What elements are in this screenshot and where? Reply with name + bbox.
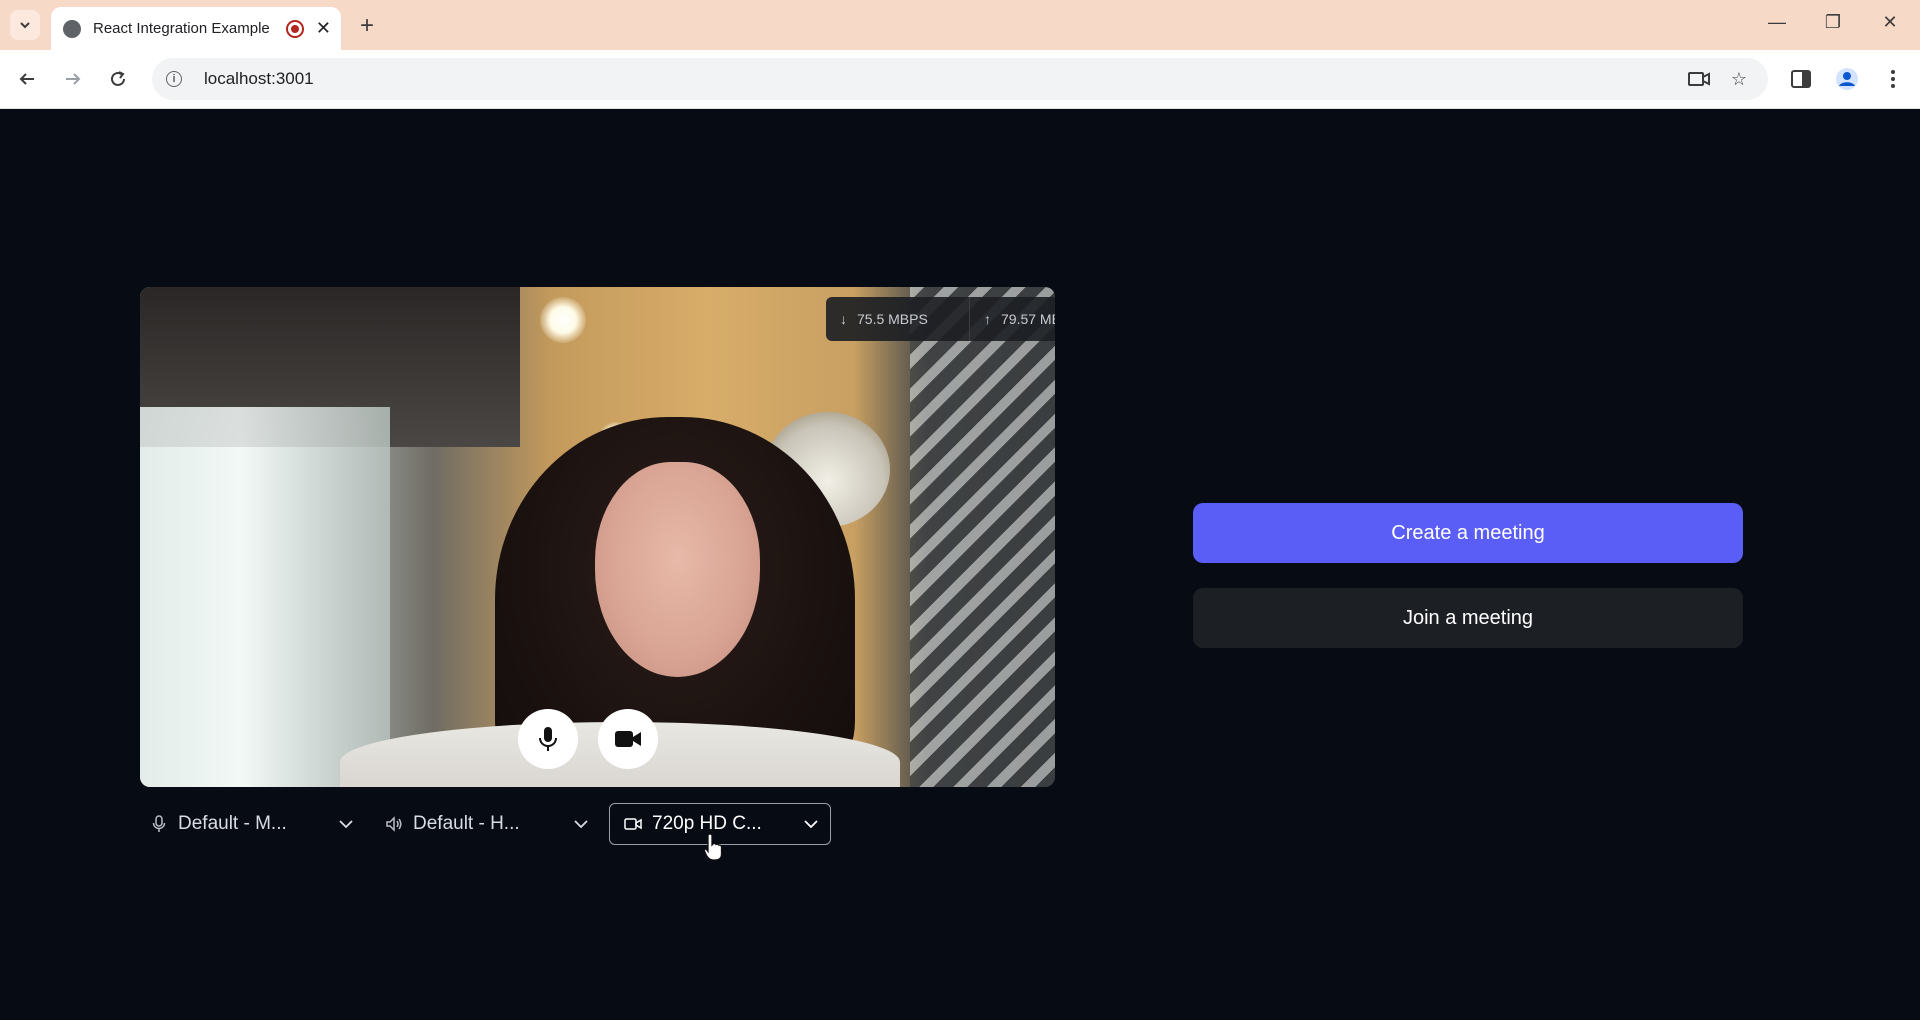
video-camera-icon	[615, 731, 641, 747]
video-camera-outline-icon	[624, 815, 642, 833]
menu-button[interactable]	[1878, 64, 1908, 94]
kebab-menu-icon	[1891, 70, 1895, 88]
side-panel-button[interactable]	[1786, 64, 1816, 94]
globe-icon	[63, 19, 81, 38]
microphone-select[interactable]: Default - M...	[150, 803, 355, 845]
arrow-left-icon	[19, 73, 34, 85]
microphone-outline-icon	[150, 815, 168, 833]
chevron-down-icon	[802, 815, 820, 833]
mute-mic-button[interactable]	[518, 709, 578, 769]
avatar-icon	[1836, 68, 1858, 90]
window-close-button[interactable]: ✕	[1875, 12, 1905, 33]
url-text: localhost:3001	[204, 69, 314, 88]
browser-tab-bar: React Integration Example ✕ + — ❐ ✕	[0, 0, 1920, 50]
tab-title: React Integration Example	[93, 20, 270, 37]
profile-button[interactable]	[1832, 64, 1862, 94]
new-tab-button[interactable]: +	[354, 12, 380, 40]
speaker-icon	[385, 815, 403, 833]
forward-button[interactable]	[58, 64, 88, 94]
microphone-icon	[539, 727, 557, 751]
chevron-down-icon	[337, 815, 355, 833]
chevron-down-icon	[572, 815, 590, 833]
minimize-button[interactable]: —	[1762, 12, 1792, 33]
restore-button[interactable]: ❐	[1818, 12, 1848, 33]
browser-toolbar: i localhost:3001 ☆	[0, 50, 1920, 109]
bookmark-star-icon[interactable]: ☆	[1728, 68, 1750, 90]
recording-icon	[285, 19, 304, 38]
page-content: ↓ 75.5 MBPS ↑ 79.57 MBPS Default - M...	[0, 109, 1920, 1020]
chevron-down-icon	[20, 22, 30, 29]
join-meeting-button[interactable]: Join a meeting	[1193, 588, 1743, 648]
speaker-select[interactable]: Default - H...	[385, 803, 590, 845]
hand-cursor-icon	[703, 833, 723, 861]
tab-close-icon[interactable]: ✕	[316, 18, 331, 39]
browser-tab[interactable]: React Integration Example ✕	[51, 7, 341, 50]
address-bar[interactable]: i localhost:3001 ☆	[152, 58, 1768, 100]
reload-button[interactable]	[103, 64, 133, 94]
create-meeting-button[interactable]: Create a meeting	[1193, 503, 1743, 563]
network-speed-panel: ↓ 75.5 MBPS ↑ 79.57 MBPS	[826, 297, 1055, 341]
back-button[interactable]	[12, 64, 42, 94]
reload-icon	[111, 71, 125, 86]
speaker-select-value: Default - H...	[413, 813, 520, 834]
arrow-right-icon	[66, 73, 81, 85]
download-speed: 75.5 MBPS	[857, 311, 928, 327]
upload-speed: 79.57 MBPS	[1001, 311, 1055, 327]
camera-in-use-icon[interactable]	[1688, 68, 1710, 90]
camera-select-value: 720p HD C...	[652, 813, 762, 834]
side-panel-icon	[1791, 70, 1811, 88]
microphone-select-value: Default - M...	[178, 813, 287, 834]
download-arrow-icon: ↓	[840, 311, 847, 327]
video-preview: ↓ 75.5 MBPS ↑ 79.57 MBPS	[140, 287, 1055, 787]
site-info-icon[interactable]: i	[166, 71, 182, 87]
toggle-video-button[interactable]	[598, 709, 658, 769]
upload-arrow-icon: ↑	[984, 311, 991, 327]
tab-search-button[interactable]	[10, 10, 40, 40]
